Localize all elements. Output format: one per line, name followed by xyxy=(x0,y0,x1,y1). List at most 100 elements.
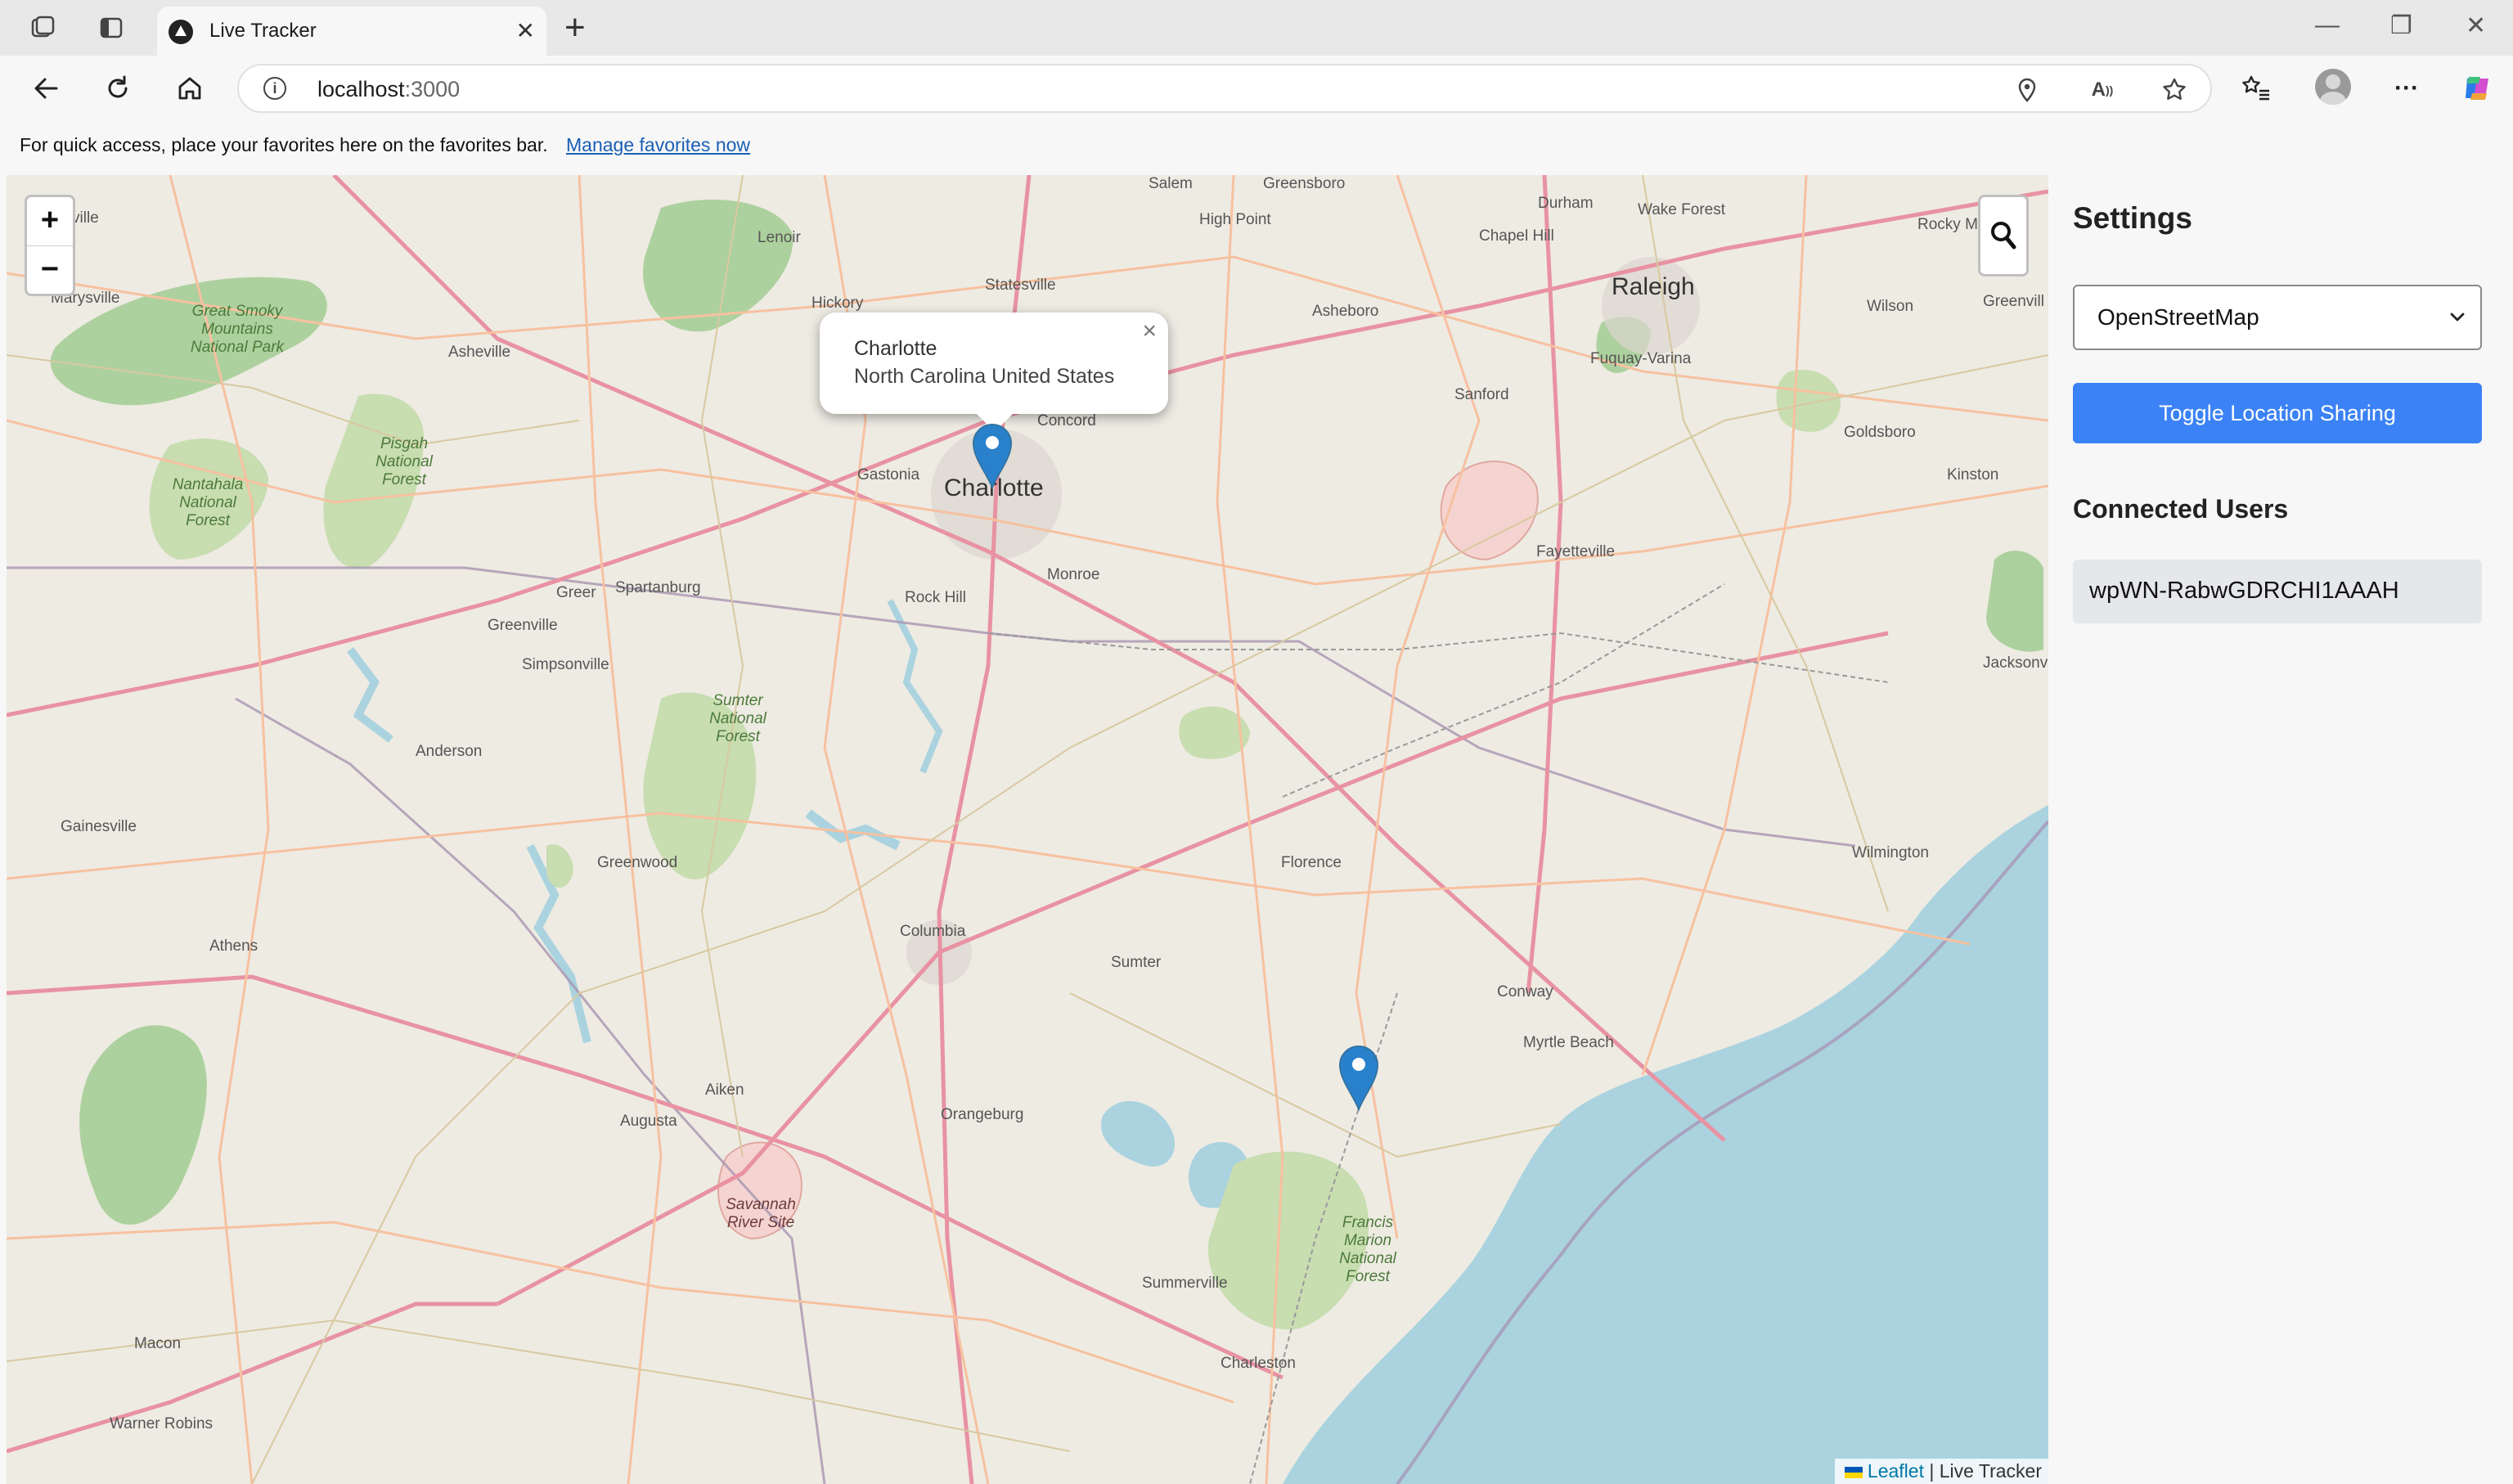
site-info-icon[interactable]: i xyxy=(263,77,286,100)
refresh-icon[interactable] xyxy=(100,70,136,106)
map-label: Sumter National Forest xyxy=(709,692,766,745)
url-text: localhost:3000 xyxy=(317,77,461,101)
tab-title: Live Tracker xyxy=(209,20,317,42)
map-label: Jacksonvill xyxy=(1983,654,2048,672)
map-label: Anderson xyxy=(416,743,483,760)
map-label: Spartanburg xyxy=(615,579,701,596)
settings-title: Settings xyxy=(2073,201,2192,235)
map-label: Greenville xyxy=(488,617,558,634)
map-label: Chapel Hill xyxy=(1479,227,1554,245)
map-label: ville xyxy=(72,209,99,227)
map-label: Durham xyxy=(1538,195,1594,212)
map-label: Salem xyxy=(1149,175,1193,192)
popup-title: Charlotte xyxy=(854,337,937,360)
map-container[interactable]: Salem Greensboro Durham Wake Forest Rock… xyxy=(7,175,2048,1484)
close-window-icon[interactable]: ✕ xyxy=(2466,11,2486,40)
map-label: Orangeburg xyxy=(941,1106,1024,1123)
map-label: Statesville xyxy=(985,277,1056,294)
profile-avatar[interactable] xyxy=(2315,69,2351,105)
map-label: Wilson xyxy=(1867,298,1914,315)
map-layer-select[interactable]: OpenStreetMap xyxy=(2073,285,2482,350)
map-label: Great Smoky Mountains National Park xyxy=(190,303,285,356)
copilot-icon[interactable] xyxy=(2459,70,2495,106)
settings-sidebar: Settings OpenStreetMap Toggle Location S… xyxy=(2048,175,2513,1484)
title-bar: Live Tracker ✕ + — ❐ ✕ xyxy=(0,0,2513,56)
connected-users-title: Connected Users xyxy=(2073,494,2289,524)
popup-close-button[interactable]: × xyxy=(1142,317,1157,345)
map-label: Columbia xyxy=(900,923,966,940)
active-tab[interactable]: Live Tracker ✕ xyxy=(157,7,546,56)
map-label: Sumter xyxy=(1111,954,1162,971)
zoom-out-button[interactable]: − xyxy=(27,246,73,295)
map-label: Fuquay-Varina xyxy=(1590,350,1692,367)
map-label: Pisgah National Forest xyxy=(375,435,433,488)
leaflet-link[interactable]: Leaflet xyxy=(1868,1460,1924,1482)
address-bar[interactable]: i localhost:3000 A)) xyxy=(237,64,2212,113)
zoom-control: + − xyxy=(25,195,75,296)
map-label: Wilmington xyxy=(1852,844,1929,861)
map-label: Conway xyxy=(1497,983,1553,1001)
map-label: Raleigh xyxy=(1612,273,1695,300)
more-options-icon[interactable]: ··· xyxy=(2389,70,2425,106)
map-label: Warner Robins xyxy=(110,1415,214,1432)
map-label: Aiken xyxy=(705,1082,744,1099)
map-label: Macon xyxy=(134,1335,182,1352)
map-attribution: Leaflet | Live Tracker xyxy=(1834,1459,2048,1484)
location-popup: Charlotte North Carolina United States × xyxy=(820,313,1168,432)
map-label: Greer xyxy=(556,584,596,601)
favorite-star-icon[interactable] xyxy=(2161,77,2187,103)
map-label: Greenvill xyxy=(1983,293,2044,310)
map-label: Nantahala National Forest xyxy=(172,476,244,529)
zoom-in-button[interactable]: + xyxy=(27,197,73,246)
map-label: Sanford xyxy=(1454,386,1509,403)
location-marker-icon[interactable] xyxy=(972,422,1013,490)
map-label: Athens xyxy=(209,938,258,955)
map-label: Rock Hill xyxy=(905,589,966,606)
favorites-icon[interactable] xyxy=(2238,70,2274,106)
map-label: Gainesville xyxy=(61,818,137,835)
map-label: Myrtle Beach xyxy=(1523,1034,1614,1051)
map-label: Francis Marion National Forest xyxy=(1339,1214,1396,1285)
back-icon[interactable] xyxy=(28,70,64,106)
new-tab-button[interactable]: + xyxy=(564,10,586,46)
workspaces-icon[interactable] xyxy=(26,11,59,44)
map-label: Greenwood xyxy=(597,854,678,871)
map-label: Simpsonville xyxy=(522,656,609,673)
location-marker-icon[interactable] xyxy=(1338,1044,1379,1112)
location-icon[interactable] xyxy=(2014,77,2040,103)
vertical-tabs-icon[interactable] xyxy=(95,11,128,44)
map-label: Monroe xyxy=(1047,566,1100,583)
connected-user-id: wpWN-RabwGDRCHI1AAAH xyxy=(2089,578,2399,604)
map-label: Asheboro xyxy=(1312,303,1379,320)
map-label: Florence xyxy=(1281,854,1342,871)
map-label: Savannah River Site xyxy=(726,1196,796,1231)
map-layer-value: OpenStreetMap xyxy=(2097,304,2259,330)
connected-user-item[interactable]: wpWN-RabwGDRCHI1AAAH xyxy=(2073,560,2482,623)
popup-subtitle: North Carolina United States xyxy=(854,365,1115,388)
toggle-location-sharing-button[interactable]: Toggle Location Sharing xyxy=(2073,383,2482,443)
search-icon xyxy=(1991,222,2016,250)
map-label: Gastonia xyxy=(857,466,920,483)
map-label: Asheville xyxy=(448,344,511,361)
minimize-icon[interactable]: — xyxy=(2315,11,2340,39)
restore-icon[interactable]: ❐ xyxy=(2390,11,2412,40)
map-label: Kinston xyxy=(1947,466,1999,483)
tab-close-icon[interactable]: ✕ xyxy=(516,18,535,44)
manage-favorites-link[interactable]: Manage favorites now xyxy=(566,134,750,156)
map-label: Greensboro xyxy=(1263,175,1346,192)
favorites-hint: For quick access, place your favorites h… xyxy=(20,134,548,155)
chevron-down-icon xyxy=(2450,313,2465,322)
map-label: Hickory xyxy=(811,295,864,312)
ukraine-flag-icon xyxy=(1844,1466,1863,1478)
map-search-button[interactable] xyxy=(1978,195,2029,277)
navigation-bar: i localhost:3000 A)) ··· xyxy=(0,56,2513,121)
map-label: Lenoir xyxy=(757,229,801,246)
home-icon[interactable] xyxy=(172,70,208,106)
map-label: Goldsboro xyxy=(1844,424,1916,441)
map-label: High Point xyxy=(1199,211,1271,228)
map-label: Summerville xyxy=(1142,1275,1228,1292)
map-label: Fayetteville xyxy=(1536,543,1616,560)
tab-favicon-icon xyxy=(169,20,193,44)
map-label: Concord xyxy=(1037,412,1096,429)
read-aloud-icon[interactable]: A)) xyxy=(2089,77,2115,103)
